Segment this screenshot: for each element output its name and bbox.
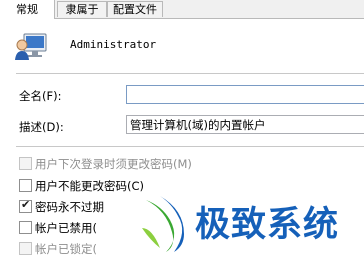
checkbox-box bbox=[19, 221, 32, 234]
checkbox-box bbox=[19, 157, 32, 170]
checkbox-label: 帐户已禁用( bbox=[35, 221, 97, 235]
checkmark-icon: ✔ bbox=[21, 198, 31, 211]
checkbox-box: ✔ bbox=[19, 198, 32, 213]
checkbox-label: 帐户已锁定( bbox=[35, 242, 97, 256]
description-input[interactable]: 管理计算机(域)的内置帐户 bbox=[126, 115, 364, 134]
watermark-logo-icon bbox=[142, 196, 184, 252]
separator bbox=[16, 146, 364, 147]
fullname-label: 全名(F): bbox=[19, 89, 62, 103]
tab-general[interactable]: 常规 bbox=[0, 0, 55, 19]
description-value: 管理计算机(域)的内置帐户 bbox=[130, 118, 266, 132]
tab-profile[interactable]: 配置文件 bbox=[107, 1, 163, 17]
tab-strip: 隶属于 配置文件 常规 bbox=[0, 0, 364, 19]
description-label: 描述(D): bbox=[19, 120, 64, 134]
user-monitor-icon bbox=[15, 33, 47, 60]
checkbox-box bbox=[19, 179, 32, 192]
checkbox-box bbox=[19, 242, 32, 255]
checkbox-label: 用户不能更改密码(C) bbox=[35, 179, 145, 193]
checkbox-label: 用户下次登录时须更改密码(M) bbox=[35, 157, 192, 171]
tab-member-of[interactable]: 隶属于 bbox=[57, 1, 107, 17]
user-name: Administrator bbox=[70, 38, 157, 51]
watermark-text: 极致系统 bbox=[195, 204, 340, 245]
checkbox-label: 密码永不过期 bbox=[35, 200, 104, 214]
separator bbox=[16, 73, 364, 74]
fullname-input[interactable] bbox=[126, 85, 364, 104]
